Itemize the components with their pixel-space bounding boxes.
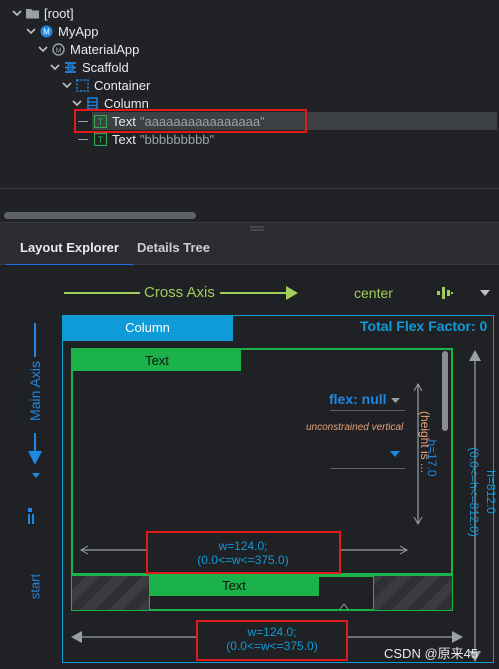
tree-row-root[interactable]: [root] [12,4,74,22]
outer-width-annotation-box [196,620,348,661]
tree-row-container[interactable]: Container [62,76,150,94]
chevron-down-icon[interactable] [72,98,82,108]
tab-layout-explorer[interactable]: Layout Explorer [6,234,133,266]
divider [0,188,499,189]
total-flex-factor: Total Flex Factor: 0 [360,318,488,334]
scaffold-icon [64,61,77,74]
dropdown-arrow-icon[interactable] [391,398,400,404]
column-header: Column [62,315,233,341]
tree-row-scaffold[interactable]: Scaffold [50,58,129,76]
tree-row-value: "bbbbbbbbb" [139,131,215,147]
align-start-icon[interactable] [26,507,40,525]
chevron-down-icon[interactable] [62,80,72,90]
horizontal-scrollbar[interactable] [4,212,196,219]
child-text-2-header: Text [149,576,319,596]
tree-row-label: MyApp [58,23,99,39]
tree-row-label: [root] [44,5,74,21]
tree-row-label: Container [94,77,151,93]
main-axis-alignment[interactable]: start [28,562,43,612]
layout-explorer-panel: Cross Axis center Main Axis start Column… [0,265,499,669]
outer-height: h=812.0 [484,470,498,514]
tree-row-myapp[interactable]: M MyApp [26,22,98,40]
highlight-annotation-box [74,109,307,133]
material-logo-icon: M [52,42,65,56]
tree-row-label: Scaffold [82,59,129,75]
tree-row-materialapp[interactable]: M MaterialApp [38,40,139,58]
child-text-header: Text [73,350,241,371]
flex-underline [330,468,405,469]
tab-bar: Layout Explorer Details Tree [0,234,499,266]
dropdown-arrow-icon[interactable] [480,290,490,296]
chevron-down-icon[interactable] [26,26,36,36]
vertical-scrollbar[interactable] [442,351,448,431]
small-arrow-icon [339,603,349,610]
cross-axis-label: Cross Axis [144,284,215,301]
tree-connector-line [78,138,88,140]
cross-axis-alignment[interactable]: center [354,285,393,301]
flex-underline [330,410,405,411]
tree-row-label: MaterialApp [70,41,140,57]
container-icon [76,78,89,92]
outer-height-constraint: (0.0<=h<=812.0) [467,447,481,537]
chevron-down-icon[interactable] [38,44,48,54]
unconstrained-label: unconstrained vertical [306,422,404,433]
column-icon [86,96,99,110]
svg-text:T: T [98,135,104,145]
svg-text:M: M [56,47,62,54]
dropdown-arrow-icon[interactable] [390,451,400,459]
drag-handle-icon [250,226,264,231]
dropdown-arrow-icon[interactable] [32,471,40,479]
chevron-down-icon[interactable] [50,62,60,72]
chevron-down-icon[interactable] [12,8,22,18]
text-widget-icon: T [93,132,108,146]
widget-circle-icon: M [40,25,53,38]
flex-value[interactable]: flex: null [329,391,387,407]
main-axis-label: Main Axis [27,361,43,421]
watermark: CSDN @原来45 [384,646,479,661]
widget-tree-panel: [root] M MyApp M MaterialApp Scaffold Co… [0,0,499,222]
tab-details-tree[interactable]: Details Tree [123,234,224,264]
align-center-icon[interactable] [436,286,454,300]
child-height-note: (height is ... [418,410,432,474]
folder-icon [26,7,39,20]
width-annotation-box [146,531,341,574]
tree-row-label: Text [112,131,136,147]
svg-text:M: M [43,27,50,36]
